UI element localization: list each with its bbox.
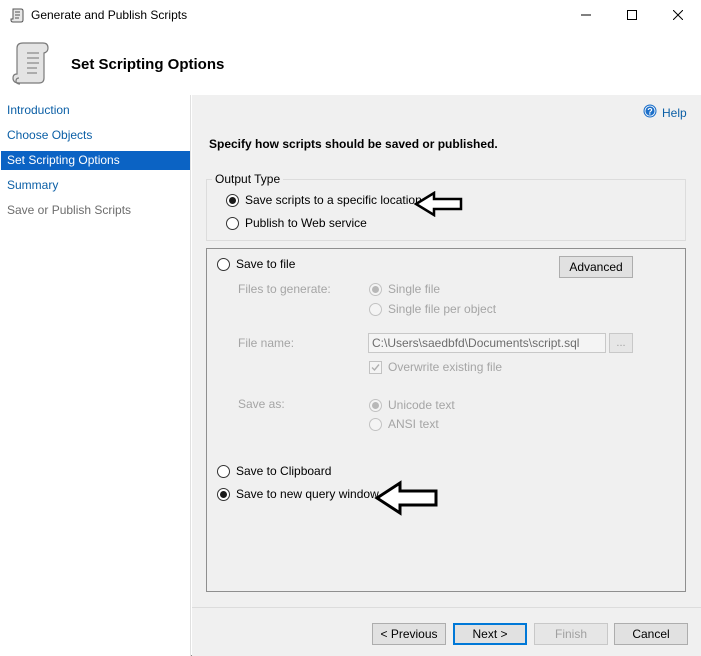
nav-item-introduction[interactable]: Introduction [1,101,190,120]
publish-web-service-label: Publish to Web service [245,216,367,230]
nav-item-set-scripting-options[interactable]: Set Scripting Options [1,151,190,170]
save-to-query-window-radio[interactable] [217,487,230,501]
files-to-generate-label: Files to generate: [238,282,331,296]
maximize-button[interactable] [609,0,655,31]
save-to-location-label: Save scripts to a specific location [245,193,422,207]
minimize-icon [581,9,591,23]
single-file-per-object-option: Single file per object [369,302,496,316]
footer-divider [192,607,701,608]
instruction-text: Specify how scripts should be saved or p… [209,137,498,151]
unicode-text-label: Unicode text [388,398,455,412]
nav-item-save-or-publish: Save or Publish Scripts [7,203,132,217]
help-link[interactable]: ? Help [643,104,687,121]
close-button[interactable] [655,0,701,31]
svg-text:?: ? [647,106,653,116]
next-button[interactable]: Next > [453,623,527,645]
maximize-icon [627,9,637,23]
file-name-label: File name: [238,336,295,350]
ansi-text-radio [369,417,382,431]
close-icon [672,9,684,23]
scroll-app-icon [9,7,25,26]
arrow-pointer-icon [374,480,440,519]
overwrite-existing-option: Overwrite existing file [369,360,502,374]
help-icon: ? [643,104,657,121]
nav-item-summary[interactable]: Summary [1,176,190,195]
single-file-option: Single file [369,282,440,296]
save-to-query-window-label: Save to new query window [236,487,379,501]
save-to-clipboard-option[interactable]: Save to Clipboard [217,464,331,478]
save-options-box [206,248,686,592]
save-to-query-window-option[interactable]: Save to new query window [217,487,379,501]
advanced-button[interactable]: Advanced [559,256,633,278]
wizard-nav: Introduction Choose Objects Set Scriptin… [0,95,191,656]
page-title: Set Scripting Options [71,56,225,73]
minimize-button[interactable] [563,0,609,31]
window-title: Generate and Publish Scripts [31,8,188,22]
ansi-text-label: ANSI text [388,417,439,431]
overwrite-existing-label: Overwrite existing file [388,360,503,374]
finish-button: Finish [534,623,608,645]
previous-button[interactable]: < Previous [372,623,446,645]
cancel-button[interactable]: Cancel [614,623,688,645]
save-to-file-radio[interactable] [217,257,230,271]
save-to-location-radio[interactable] [226,193,239,207]
browse-button: ... [609,333,633,353]
single-file-per-object-radio [369,302,382,316]
output-type-legend: Output Type [212,172,284,186]
unicode-text-radio [369,398,382,412]
single-file-label: Single file [388,282,441,296]
save-to-file-label: Save to file [236,257,296,271]
single-file-per-object-label: Single file per object [388,302,497,316]
single-file-radio [369,282,382,296]
ansi-text-option: ANSI text [369,417,439,431]
publish-web-service-option[interactable]: Publish to Web service [226,216,367,230]
help-label: Help [662,105,687,120]
save-to-clipboard-radio[interactable] [217,464,230,478]
save-as-label: Save as: [238,397,285,411]
save-to-file-option[interactable]: Save to file [217,257,295,271]
arrow-pointer-icon [413,190,464,220]
nav-item-choose-objects[interactable]: Choose Objects [1,126,190,145]
save-to-location-option[interactable]: Save scripts to a specific location [226,193,422,207]
file-name-input: C:\Users\saedbfd\Documents\script.sql [368,333,606,353]
save-to-clipboard-label: Save to Clipboard [236,464,332,478]
publish-web-service-radio[interactable] [226,216,239,230]
unicode-text-option: Unicode text [369,398,455,412]
overwrite-existing-checkbox [369,360,382,374]
scroll-banner-icon [11,40,51,89]
title-bar: Generate and Publish Scripts [0,0,701,31]
